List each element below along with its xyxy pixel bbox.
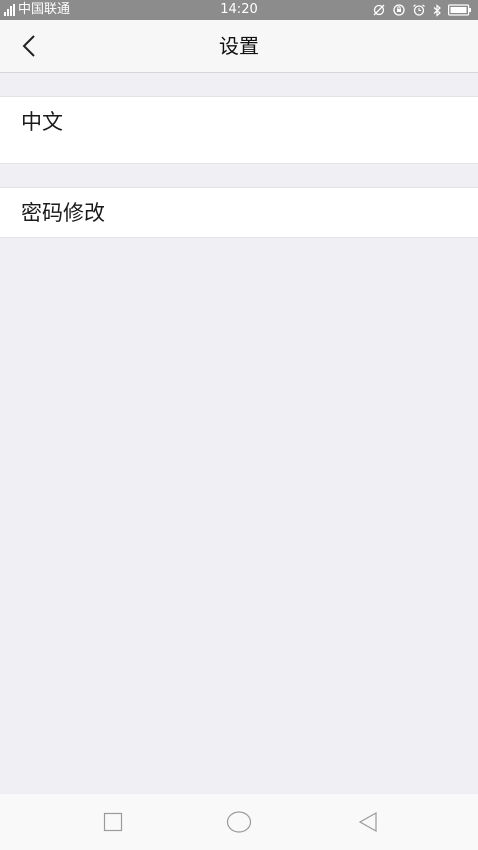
triangle-left-icon — [358, 811, 377, 833]
data-off-icon — [373, 4, 385, 16]
bluetooth-icon — [433, 3, 441, 17]
recent-apps-button[interactable] — [99, 808, 127, 836]
chevron-left-icon — [22, 35, 35, 57]
settings-item-language[interactable]: 中文 — [0, 96, 478, 164]
page-title: 设置 — [219, 34, 259, 58]
system-back-button[interactable] — [354, 808, 382, 836]
circle-icon — [226, 811, 252, 833]
nav-bar: 设置 — [0, 20, 478, 73]
settings-item-label: 密码修改 — [21, 201, 105, 225]
alarm-icon — [413, 4, 425, 16]
rotation-lock-icon — [393, 4, 405, 16]
battery-icon — [448, 4, 471, 16]
status-bar: 中国联通 14:20 — [0, 0, 478, 20]
back-button[interactable] — [12, 30, 46, 62]
home-button[interactable] — [225, 808, 253, 836]
status-icons — [372, 3, 472, 17]
settings-item-label: 中文 — [21, 110, 63, 134]
square-icon — [103, 812, 123, 832]
settings-item-change-password[interactable]: 密码修改 — [0, 187, 478, 238]
system-nav-bar — [0, 794, 478, 850]
